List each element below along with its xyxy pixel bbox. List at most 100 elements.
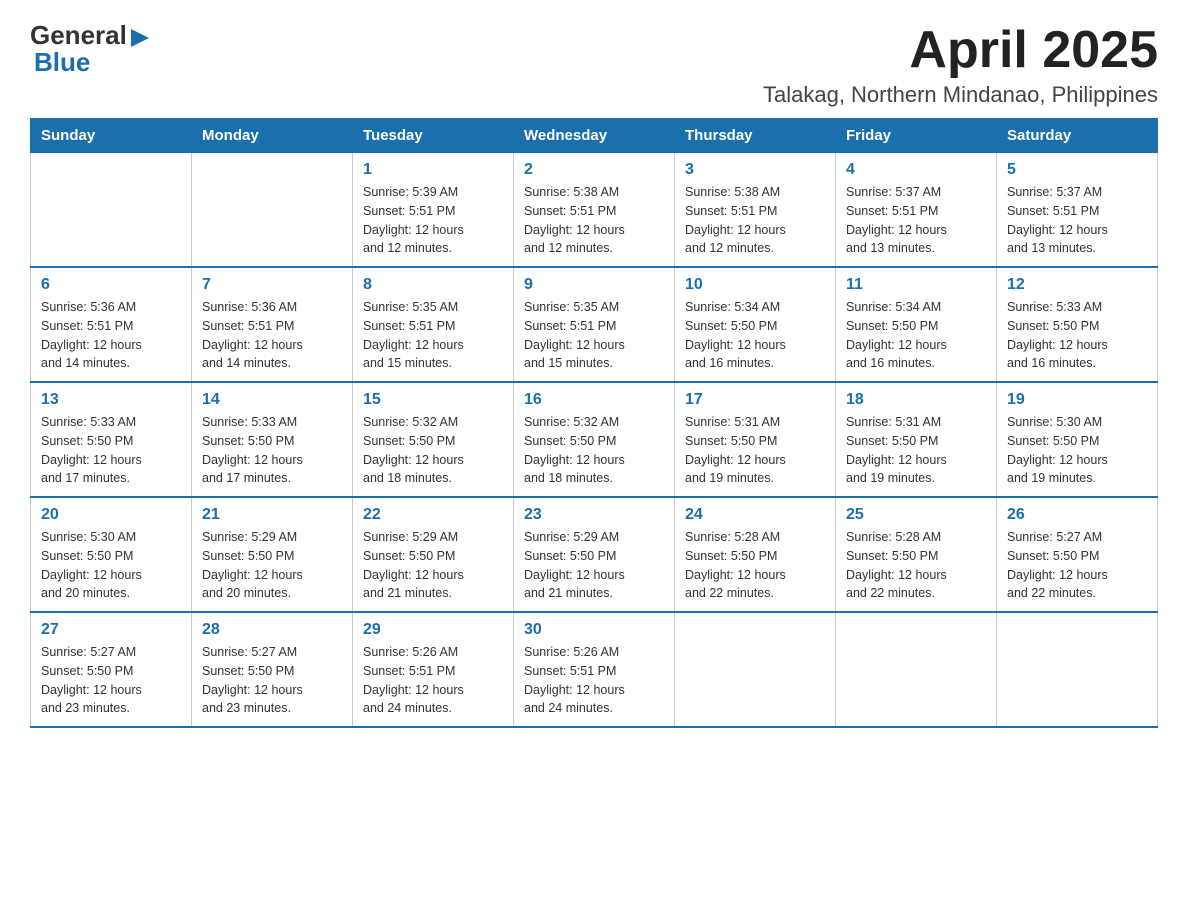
calendar-cell: 25 Sunrise: 5:28 AMSunset: 5:50 PMDayligh…: [836, 497, 997, 612]
day-number: 22: [363, 506, 503, 524]
day-info: Sunrise: 5:29 AMSunset: 5:50 PMDaylight:…: [202, 528, 342, 603]
calendar-cell: 29 Sunrise: 5:26 AMSunset: 5:51 PMDayligh…: [353, 612, 514, 727]
day-number: 20: [41, 506, 181, 524]
day-number: 13: [41, 391, 181, 409]
day-number: 24: [685, 506, 825, 524]
calendar-cell: 8 Sunrise: 5:35 AMSunset: 5:51 PMDaylight…: [353, 267, 514, 382]
day-info: Sunrise: 5:34 AMSunset: 5:50 PMDaylight:…: [685, 298, 825, 373]
day-info: Sunrise: 5:39 AMSunset: 5:51 PMDaylight:…: [363, 183, 503, 258]
calendar-cell: 23 Sunrise: 5:29 AMSunset: 5:50 PMDayligh…: [514, 497, 675, 612]
day-number: 17: [685, 391, 825, 409]
day-info: Sunrise: 5:26 AMSunset: 5:51 PMDaylight:…: [524, 643, 664, 718]
day-info: Sunrise: 5:29 AMSunset: 5:50 PMDaylight:…: [524, 528, 664, 603]
logo-flag-icon: [129, 27, 151, 49]
day-number: 19: [1007, 391, 1147, 409]
day-number: 16: [524, 391, 664, 409]
calendar-day-header: Tuesday: [353, 119, 514, 153]
page-subtitle: Talakag, Northern Mindanao, Philippines: [763, 82, 1158, 108]
logo: General Blue: [30, 20, 151, 78]
day-number: 11: [846, 276, 986, 294]
day-number: 18: [846, 391, 986, 409]
day-number: 29: [363, 621, 503, 639]
day-number: 3: [685, 161, 825, 179]
day-info: Sunrise: 5:30 AMSunset: 5:50 PMDaylight:…: [1007, 413, 1147, 488]
calendar-cell: 22 Sunrise: 5:29 AMSunset: 5:50 PMDayligh…: [353, 497, 514, 612]
calendar-cell: 3 Sunrise: 5:38 AMSunset: 5:51 PMDaylight…: [675, 153, 836, 268]
calendar-cell: 20 Sunrise: 5:30 AMSunset: 5:50 PMDayligh…: [31, 497, 192, 612]
day-info: Sunrise: 5:37 AMSunset: 5:51 PMDaylight:…: [1007, 183, 1147, 258]
calendar-cell: 21 Sunrise: 5:29 AMSunset: 5:50 PMDayligh…: [192, 497, 353, 612]
calendar-week-row: 13 Sunrise: 5:33 AMSunset: 5:50 PMDayligh…: [31, 382, 1158, 497]
calendar-cell: 2Sunrise: 5:38 AMSunset: 5:51 PMDaylight…: [514, 153, 675, 268]
calendar-cell: 5 Sunrise: 5:37 AMSunset: 5:51 PMDaylight…: [997, 153, 1158, 268]
calendar-table: SundayMondayTuesdayWednesdayThursdayFrid…: [30, 118, 1158, 728]
calendar-day-header: Friday: [836, 119, 997, 153]
day-number: 28: [202, 621, 342, 639]
day-info: Sunrise: 5:31 AMSunset: 5:50 PMDaylight:…: [685, 413, 825, 488]
calendar-week-row: 6Sunrise: 5:36 AMSunset: 5:51 PMDaylight…: [31, 267, 1158, 382]
day-info: Sunrise: 5:38 AMSunset: 5:51 PMDaylight:…: [685, 183, 825, 258]
day-number: 25: [846, 506, 986, 524]
calendar-cell: [997, 612, 1158, 727]
calendar-cell: 10Sunrise: 5:34 AMSunset: 5:50 PMDayligh…: [675, 267, 836, 382]
day-info: Sunrise: 5:36 AMSunset: 5:51 PMDaylight:…: [202, 298, 342, 373]
day-info: Sunrise: 5:35 AMSunset: 5:51 PMDaylight:…: [524, 298, 664, 373]
day-info: Sunrise: 5:33 AMSunset: 5:50 PMDaylight:…: [202, 413, 342, 488]
calendar-cell: [836, 612, 997, 727]
calendar-cell: 1 Sunrise: 5:39 AMSunset: 5:51 PMDaylight…: [353, 153, 514, 268]
calendar-cell: 24 Sunrise: 5:28 AMSunset: 5:50 PMDayligh…: [675, 497, 836, 612]
calendar-cell: 17 Sunrise: 5:31 AMSunset: 5:50 PMDayligh…: [675, 382, 836, 497]
day-number: 5: [1007, 161, 1147, 179]
day-number: 2: [524, 161, 664, 179]
calendar-cell: 15 Sunrise: 5:32 AMSunset: 5:50 PMDayligh…: [353, 382, 514, 497]
day-number: 15: [363, 391, 503, 409]
day-number: 26: [1007, 506, 1147, 524]
day-number: 1: [363, 161, 503, 179]
day-number: 8: [363, 276, 503, 294]
page-title: April 2025: [763, 20, 1158, 80]
day-info: Sunrise: 5:34 AMSunset: 5:50 PMDaylight:…: [846, 298, 986, 373]
day-number: 23: [524, 506, 664, 524]
day-info: Sunrise: 5:30 AMSunset: 5:50 PMDaylight:…: [41, 528, 181, 603]
calendar-cell: 18 Sunrise: 5:31 AMSunset: 5:50 PMDayligh…: [836, 382, 997, 497]
day-info: Sunrise: 5:28 AMSunset: 5:50 PMDaylight:…: [846, 528, 986, 603]
calendar-cell: [192, 153, 353, 268]
day-info: Sunrise: 5:27 AMSunset: 5:50 PMDaylight:…: [1007, 528, 1147, 603]
calendar-day-header: Sunday: [31, 119, 192, 153]
day-number: 4: [846, 161, 986, 179]
calendar-cell: 28 Sunrise: 5:27 AMSunset: 5:50 PMDayligh…: [192, 612, 353, 727]
calendar-cell: 7 Sunrise: 5:36 AMSunset: 5:51 PMDaylight…: [192, 267, 353, 382]
day-info: Sunrise: 5:35 AMSunset: 5:51 PMDaylight:…: [363, 298, 503, 373]
calendar-cell: 9Sunrise: 5:35 AMSunset: 5:51 PMDaylight…: [514, 267, 675, 382]
calendar-cell: [675, 612, 836, 727]
day-info: Sunrise: 5:31 AMSunset: 5:50 PMDaylight:…: [846, 413, 986, 488]
day-info: Sunrise: 5:29 AMSunset: 5:50 PMDaylight:…: [363, 528, 503, 603]
page-header: General Blue April 2025 Talakag, Norther…: [30, 20, 1158, 108]
calendar-header-row: SundayMondayTuesdayWednesdayThursdayFrid…: [31, 119, 1158, 153]
calendar-cell: 30Sunrise: 5:26 AMSunset: 5:51 PMDayligh…: [514, 612, 675, 727]
calendar-cell: 27Sunrise: 5:27 AMSunset: 5:50 PMDayligh…: [31, 612, 192, 727]
calendar-day-header: Wednesday: [514, 119, 675, 153]
day-info: Sunrise: 5:32 AMSunset: 5:50 PMDaylight:…: [524, 413, 664, 488]
title-block: April 2025 Talakag, Northern Mindanao, P…: [763, 20, 1158, 108]
calendar-cell: 6Sunrise: 5:36 AMSunset: 5:51 PMDaylight…: [31, 267, 192, 382]
calendar-cell: 26 Sunrise: 5:27 AMSunset: 5:50 PMDayligh…: [997, 497, 1158, 612]
calendar-week-row: 20 Sunrise: 5:30 AMSunset: 5:50 PMDayligh…: [31, 497, 1158, 612]
calendar-cell: 19 Sunrise: 5:30 AMSunset: 5:50 PMDayligh…: [997, 382, 1158, 497]
day-number: 21: [202, 506, 342, 524]
day-number: 7: [202, 276, 342, 294]
day-number: 14: [202, 391, 342, 409]
day-info: Sunrise: 5:36 AMSunset: 5:51 PMDaylight:…: [41, 298, 181, 373]
day-number: 27: [41, 621, 181, 639]
calendar-cell: 13Sunrise: 5:33 AMSunset: 5:50 PMDayligh…: [31, 382, 192, 497]
calendar-day-header: Thursday: [675, 119, 836, 153]
day-info: Sunrise: 5:27 AMSunset: 5:50 PMDaylight:…: [202, 643, 342, 718]
day-info: Sunrise: 5:32 AMSunset: 5:50 PMDaylight:…: [363, 413, 503, 488]
day-info: Sunrise: 5:28 AMSunset: 5:50 PMDaylight:…: [685, 528, 825, 603]
calendar-day-header: Monday: [192, 119, 353, 153]
calendar-day-header: Saturday: [997, 119, 1158, 153]
calendar-cell: [31, 153, 192, 268]
logo-blue-text: Blue: [34, 47, 90, 78]
day-info: Sunrise: 5:26 AMSunset: 5:51 PMDaylight:…: [363, 643, 503, 718]
calendar-week-row: 1 Sunrise: 5:39 AMSunset: 5:51 PMDaylight…: [31, 153, 1158, 268]
